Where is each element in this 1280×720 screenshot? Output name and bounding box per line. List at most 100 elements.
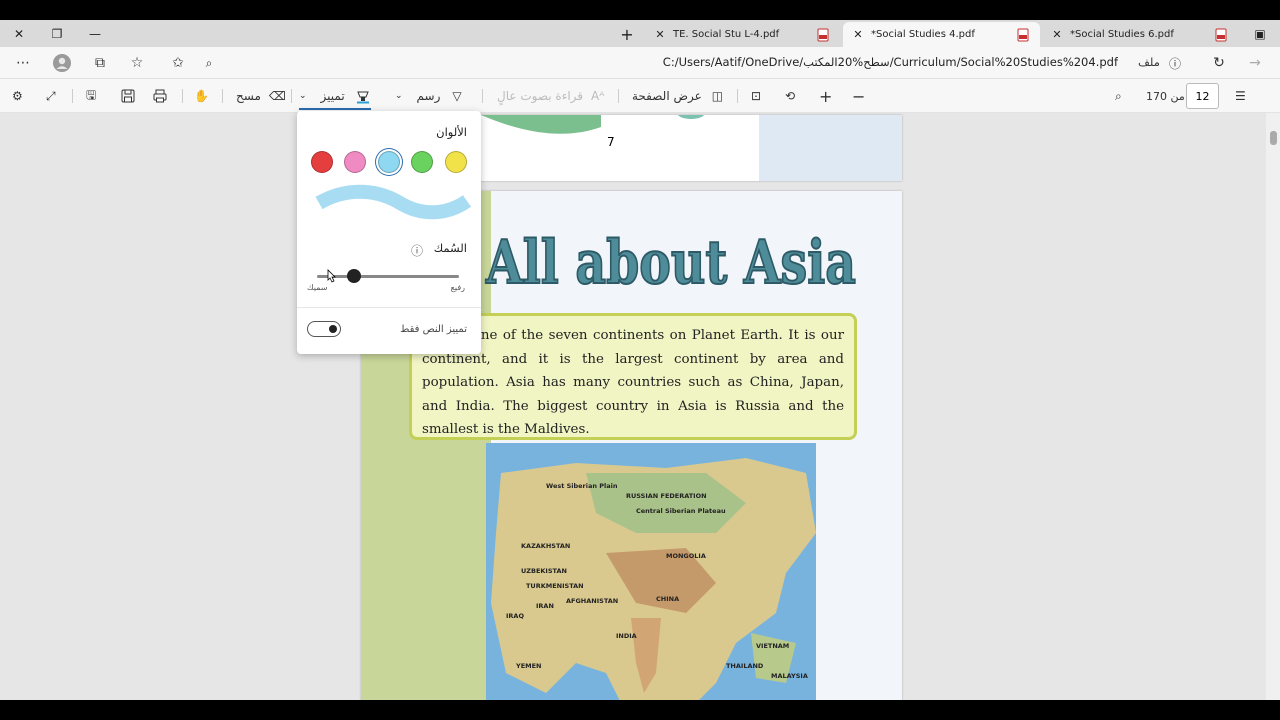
browser-window: ✕ ❐ — + ✕ TE. Social Stu L-4.pdf ✕ *Soci…	[0, 20, 1280, 700]
zoom-search-icon[interactable]: ⌕	[199, 53, 219, 73]
tab-close-icon[interactable]: ✕	[653, 28, 667, 41]
thickness-title: السُمك	[433, 241, 467, 255]
more-menu-icon[interactable]: ⋯	[13, 53, 33, 73]
title-container: All about Asia	[481, 201, 891, 301]
color-swatch-blue[interactable]	[378, 151, 400, 173]
tab-close-icon[interactable]: ✕	[1050, 28, 1064, 41]
eraser-icon: ⌫	[268, 89, 286, 103]
page-count-label: من 170	[1146, 89, 1185, 103]
map-label: AFGHANISTAN	[566, 597, 618, 605]
new-tab-icon[interactable]: +	[617, 24, 637, 44]
tab-label: TE. Social Stu L-4.pdf	[673, 29, 780, 40]
divider	[737, 89, 738, 103]
text-only-label: تمييز النص فقط	[400, 324, 467, 335]
map-label: IRAQ	[506, 612, 524, 620]
map-label: UZBEKISTAN	[521, 567, 567, 575]
map-label: West Siberian Plain	[546, 482, 618, 490]
fit-page-icon[interactable]: ⊡	[751, 86, 761, 106]
thickness-slider-track[interactable]	[317, 275, 459, 278]
forward-icon[interactable]: →	[1245, 53, 1265, 73]
tab-actions-icon[interactable]: ▣	[1250, 24, 1270, 44]
popup-divider	[297, 307, 481, 308]
restore-window-icon[interactable]: ❐	[47, 24, 67, 44]
avatar-icon	[53, 54, 71, 72]
collections-icon[interactable]: ⧉	[90, 53, 110, 73]
color-swatch-pink[interactable]	[344, 151, 366, 173]
tab-close-icon[interactable]: ✕	[851, 28, 865, 41]
map-graphic: RUSSIAN FEDERATION West Siberian Plain Cen…	[486, 443, 816, 700]
map-label: YEMEN	[515, 662, 542, 670]
page-number-input[interactable]: 12	[1186, 83, 1219, 109]
rotate-icon[interactable]: ⟲	[785, 86, 795, 106]
info-icon[interactable]: ⓘ	[411, 242, 423, 259]
save-as-icon[interactable]: 🖫	[86, 86, 96, 106]
divider	[222, 89, 223, 103]
map-label: THAILAND	[726, 662, 764, 670]
map-label: CHINA	[656, 595, 679, 603]
color-swatch-green[interactable]	[411, 151, 433, 173]
stroke-preview	[315, 184, 471, 220]
pdf-icon	[1215, 28, 1227, 41]
tab-label: *Social Studies 6.pdf	[1070, 29, 1174, 40]
divider	[482, 89, 483, 103]
highlight-settings-popup: الألوان السُمك ⓘ رفيع سميك تمييز النص فق…	[297, 111, 481, 354]
erase-button[interactable]: مسح ⌫	[236, 86, 286, 106]
tab-te-social[interactable]: ✕ TE. Social Stu L-4.pdf	[645, 22, 840, 47]
color-swatch-yellow[interactable]	[445, 151, 467, 173]
chevron-down-icon[interactable]: ⌄	[299, 91, 307, 101]
color-swatch-red[interactable]	[311, 151, 333, 173]
settings-icon[interactable]: ⚙	[12, 86, 23, 106]
read-aloud-icon: Aᴬ	[591, 89, 605, 103]
file-label: ملف	[1138, 55, 1160, 69]
intro-paragraph: Asia is one of the seven continents on P…	[422, 328, 844, 437]
highlight-label: تمييز	[320, 89, 345, 103]
draw-button[interactable]: ⌄ رسم ▽	[395, 86, 462, 106]
page-view-button[interactable]: عرض الصفحة ◫	[632, 86, 723, 106]
erase-label: مسح	[236, 89, 261, 103]
info-icon[interactable]: ⓘ	[1165, 53, 1185, 73]
add-favorite-icon[interactable]: ✩	[168, 53, 188, 73]
colors-title: الألوان	[436, 125, 467, 139]
favorites-icon[interactable]: ☆	[127, 53, 147, 73]
title-graphic: All about Asia	[484, 227, 857, 299]
close-window-icon[interactable]: ✕	[9, 24, 29, 44]
thin-label: رفيع	[450, 283, 465, 292]
map-label: KAZAKHSTAN	[521, 542, 570, 550]
pdf-icon	[1017, 28, 1029, 41]
map-label: MALAYSIA	[771, 672, 808, 680]
save-icon[interactable]	[120, 86, 136, 106]
page-title: All about Asia	[485, 228, 856, 298]
scrollbar-thumb[interactable]	[1270, 131, 1277, 145]
fullscreen-icon[interactable]: ⤢	[46, 86, 56, 106]
search-icon[interactable]: ⌕	[1115, 86, 1122, 106]
refresh-icon[interactable]: ↻	[1209, 53, 1229, 73]
mouse-cursor-icon	[327, 269, 336, 283]
divider	[291, 89, 292, 103]
divider	[618, 89, 619, 103]
page-view-icon: ◫	[711, 89, 724, 103]
url-text[interactable]: C:/Users/Aatif/OneDrive/سطح%20المكتب/Cur…	[560, 55, 1118, 69]
minimize-window-icon[interactable]: —	[85, 24, 105, 44]
touch-write-icon[interactable]: ✋	[194, 86, 209, 106]
thickness-slider-handle[interactable]	[346, 269, 361, 283]
profile-avatar[interactable]	[52, 53, 72, 73]
read-aloud-button[interactable]: قراءة بصوت عالٍ Aᴬ	[497, 86, 604, 106]
zoom-in-icon[interactable]: +	[819, 86, 832, 106]
divider	[72, 89, 73, 103]
highlight-button[interactable]: ⌄ تمييز	[299, 86, 371, 110]
table-of-contents-icon[interactable]: ☰	[1235, 86, 1246, 106]
pdf-toolbar: ⚙ ⤢ 🖫 ✋ مسح ⌫ ⌄ تمييز ⌄ رسم ▽ قراءة بصوت…	[0, 79, 1280, 113]
vertical-scrollbar[interactable]	[1266, 113, 1280, 700]
tab-social-studies-6[interactable]: ✕ *Social Studies 6.pdf	[1042, 22, 1238, 47]
zoom-out-icon[interactable]: −	[852, 86, 865, 106]
pdf-icon	[817, 28, 829, 41]
map-label: RUSSIAN FEDERATION	[626, 492, 707, 500]
asia-map: RUSSIAN FEDERATION West Siberian Plain Cen…	[486, 443, 816, 700]
tab-social-studies-4[interactable]: ✕ *Social Studies 4.pdf	[843, 22, 1040, 47]
map-label: VIETNAM	[756, 642, 789, 650]
chevron-down-icon[interactable]: ⌄	[395, 91, 403, 101]
map-label: Central Siberian Plateau	[636, 507, 726, 515]
text-only-toggle[interactable]	[307, 321, 341, 337]
map-label: SRI LANKA	[646, 699, 685, 700]
print-icon[interactable]	[152, 86, 168, 106]
